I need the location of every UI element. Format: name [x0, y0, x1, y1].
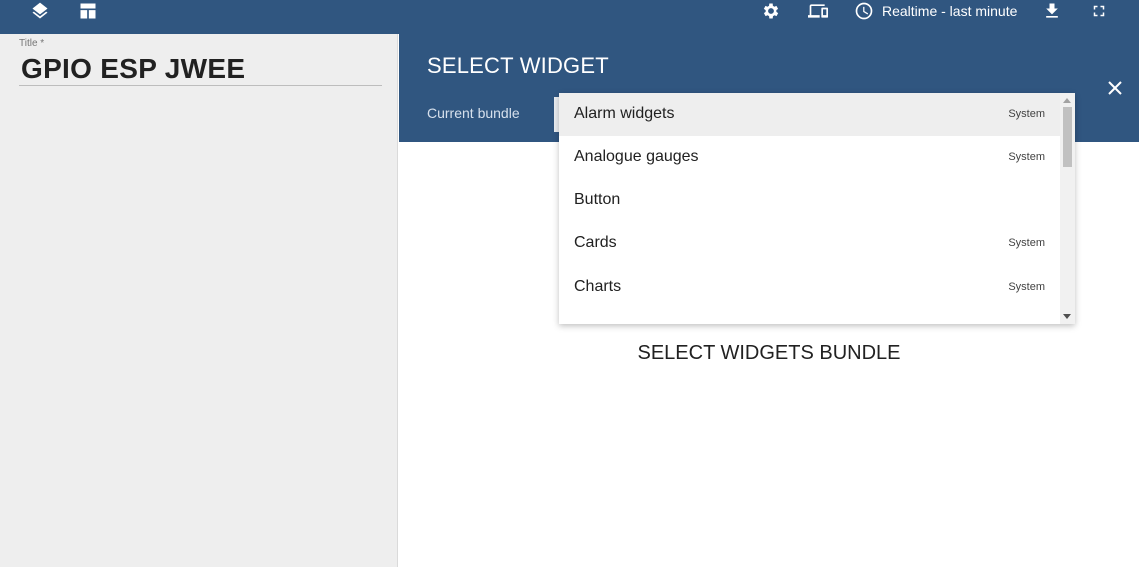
dropdown-scrollbar[interactable] [1060, 93, 1075, 324]
empty-bundle-message: SELECT WIDGETS BUNDLE [637, 342, 901, 364]
title-field[interactable]: Title * GPIO ESP JWEE [19, 38, 382, 86]
bundle-option-tag: System [1008, 281, 1045, 293]
top-toolbar: Realtime - last minute [0, 0, 1139, 34]
scrollbar-thumb[interactable] [1063, 107, 1072, 167]
bundle-option[interactable]: Button [559, 179, 1060, 222]
gear-icon[interactable] [759, 0, 783, 22]
scroll-up-arrow-icon[interactable] [1063, 98, 1071, 103]
dashboard-layout-icon[interactable] [76, 0, 100, 22]
bundle-option[interactable]: Analogue gauges System [559, 136, 1060, 179]
bundle-option-name: Analogue gauges [574, 148, 699, 165]
bundle-option-tag: System [1008, 108, 1045, 120]
bundle-option[interactable]: Cards System [559, 222, 1060, 265]
timewindow-label: Realtime - last minute [882, 3, 1018, 19]
bundle-option-name: Cards [574, 234, 617, 251]
panel-title: SELECT WIDGET [427, 53, 609, 78]
bundle-option-tag: System [1008, 151, 1045, 163]
title-field-value[interactable]: GPIO ESP JWEE [21, 53, 245, 85]
current-bundle-label: Current bundle [427, 105, 520, 121]
close-icon[interactable] [1105, 78, 1125, 98]
title-field-label: Title * [19, 38, 45, 49]
bundle-option[interactable]: Alarm widgets System [559, 93, 1060, 136]
download-icon[interactable] [1040, 0, 1064, 22]
bundle-option-name: Alarm widgets [574, 105, 675, 122]
devices-icon[interactable] [806, 0, 830, 22]
layers-icon[interactable] [28, 0, 52, 22]
scroll-down-arrow-icon[interactable] [1063, 314, 1071, 319]
timewindow-selector[interactable]: Realtime - last minute [854, 0, 1017, 22]
bundle-dropdown[interactable]: Alarm widgets System Analogue gauges Sys… [559, 93, 1075, 324]
fullscreen-icon[interactable] [1087, 0, 1111, 22]
clock-icon [855, 2, 873, 20]
bundle-option[interactable]: Charts System [559, 266, 1060, 309]
bundle-option-tag: System [1008, 237, 1045, 249]
bundle-option-name: Charts [574, 278, 622, 295]
bundle-option-name: Button [574, 191, 621, 208]
dashboard-settings-panel: Title * GPIO ESP JWEE [0, 34, 398, 567]
